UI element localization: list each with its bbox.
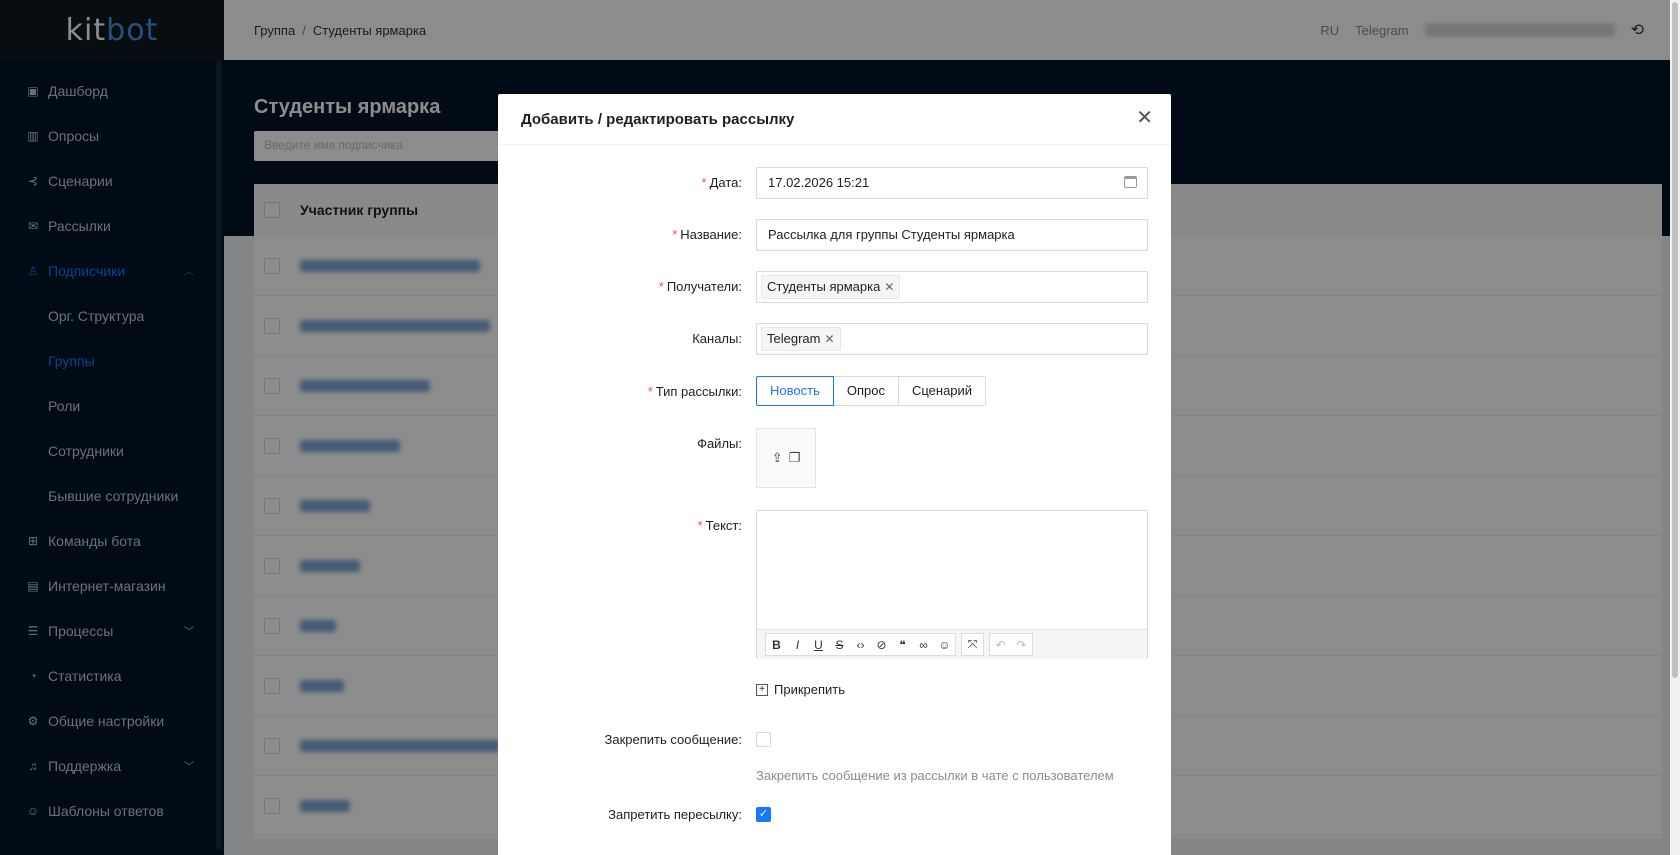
recipients-select[interactable]: Студенты ярмарка ✕ bbox=[756, 271, 1148, 303]
mailing-modal: Добавить / редактировать рассылку ✕ * Дат… bbox=[498, 94, 1171, 855]
forward-label-text: Запретить пересылку bbox=[608, 807, 739, 822]
forbid-forward-checkbox[interactable]: ✓ bbox=[756, 807, 771, 822]
modal-header: Добавить / редактировать рассылку ✕ bbox=[498, 94, 1171, 145]
undo-icon[interactable]: ↶ bbox=[990, 634, 1011, 655]
mailing-name-input[interactable]: Рассылка для группы Студенты ярмарка bbox=[756, 219, 1148, 251]
emoji-icon[interactable]: ☺ bbox=[934, 634, 955, 655]
code-icon[interactable]: ‹› bbox=[850, 634, 871, 655]
strikethrough-button[interactable]: S bbox=[829, 634, 850, 655]
required-mark: * bbox=[658, 279, 664, 294]
channel-tag-label: Telegram bbox=[767, 331, 821, 346]
spoiler-icon[interactable]: ⊘ bbox=[871, 634, 892, 655]
pin-label: Закрепить сообщение: bbox=[604, 732, 743, 747]
files-label-text: Файлы bbox=[697, 436, 739, 451]
check-icon: ✓ bbox=[758, 808, 769, 820]
type-poll-button[interactable]: Опрос bbox=[832, 376, 899, 406]
attach-label: Прикрепить bbox=[774, 682, 846, 697]
close-icon[interactable]: ✕ bbox=[1136, 108, 1153, 128]
name-label: * Название: bbox=[672, 227, 742, 242]
recipient-tag-label: Студенты ярмарка bbox=[767, 279, 881, 294]
files-row: Файлы: ⇪ ❐ bbox=[498, 428, 1171, 488]
modal-title: Добавить / редактировать рассылку bbox=[521, 110, 795, 128]
fullscreen-icon[interactable]: ⤧ bbox=[962, 634, 983, 655]
type-label: * Тип рассылки: bbox=[647, 384, 742, 399]
plus-icon: + bbox=[756, 683, 768, 696]
file-upload-box[interactable]: ⇪ ❐ bbox=[756, 428, 816, 488]
underline-button[interactable]: U bbox=[808, 634, 829, 655]
date-label-text: Дата bbox=[709, 175, 739, 190]
text-label-text: Текст bbox=[705, 518, 739, 533]
calendar-icon[interactable] bbox=[1124, 176, 1137, 188]
text-row: * Текст: B I U S ‹› ⊘ ❝ ∞ ☺ ⤧ ↶ ↷ bbox=[498, 510, 1171, 659]
files-label: Файлы: bbox=[697, 436, 742, 451]
type-news-button[interactable]: Новость bbox=[756, 376, 834, 406]
channels-label-text: Каналы bbox=[692, 331, 739, 346]
fullscreen-group: ⤧ bbox=[961, 633, 984, 656]
link-icon[interactable]: ∞ bbox=[913, 634, 934, 655]
required-mark: * bbox=[697, 518, 703, 533]
date-value: 17.02.2026 15:21 bbox=[768, 175, 870, 190]
channels-select[interactable]: Telegram ✕ bbox=[756, 323, 1148, 355]
date-row: * Дата: 17.02.2026 15:21 bbox=[498, 167, 1171, 199]
recipients-label-text: Получатели bbox=[666, 279, 739, 294]
copy-icon[interactable]: ❐ bbox=[789, 450, 801, 466]
date-label: * Дата: bbox=[701, 175, 742, 190]
type-scenario-button[interactable]: Сценарий bbox=[897, 376, 987, 406]
channels-label: Каналы: bbox=[692, 331, 742, 346]
bold-button[interactable]: B bbox=[766, 634, 787, 655]
channels-row: Каналы: Telegram ✕ bbox=[498, 323, 1171, 355]
channel-tag: Telegram ✕ bbox=[761, 327, 841, 351]
format-group: B I U S ‹› ⊘ ❝ ∞ ☺ bbox=[765, 633, 956, 656]
pin-row: Закрепить сообщение: bbox=[498, 724, 1171, 756]
redo-icon[interactable]: ↷ bbox=[1011, 634, 1032, 655]
pin-message-checkbox[interactable] bbox=[756, 732, 771, 747]
required-mark: * bbox=[647, 384, 653, 399]
tag-close-icon[interactable]: ✕ bbox=[824, 332, 834, 346]
recipients-label: * Получатели: bbox=[658, 279, 742, 294]
forward-label: Запретить пересылку: bbox=[608, 807, 742, 822]
recipient-tag: Студенты ярмарка ✕ bbox=[761, 275, 901, 299]
type-row: * Тип рассылки: Новость Опрос Сценарий bbox=[498, 376, 1171, 408]
page-scrollbar[interactable] bbox=[1670, 0, 1680, 855]
required-mark: * bbox=[672, 227, 678, 242]
name-label-text: Название bbox=[680, 227, 739, 242]
italic-button[interactable]: I bbox=[787, 634, 808, 655]
attach-button[interactable]: + Прикрепить bbox=[756, 682, 845, 697]
upload-icon[interactable]: ⇪ bbox=[772, 450, 783, 466]
scrollbar-thumb[interactable] bbox=[1672, 2, 1678, 678]
recipients-row: * Получатели: Студенты ярмарка ✕ bbox=[498, 271, 1171, 303]
forward-row: Запретить пересылку: ✓ bbox=[498, 799, 1171, 831]
name-row: * Название: Рассылка для группы Студенты … bbox=[498, 219, 1171, 251]
history-group: ↶ ↷ bbox=[989, 633, 1033, 656]
mailing-type-radio-group: Новость Опрос Сценарий bbox=[756, 376, 987, 406]
pin-hint: Закрепить сообщение из рассылки в чате с… bbox=[756, 768, 1114, 783]
required-mark: * bbox=[701, 175, 707, 190]
editor-text-area[interactable] bbox=[757, 511, 1147, 629]
rich-text-editor: B I U S ‹› ⊘ ❝ ∞ ☺ ⤧ ↶ ↷ bbox=[756, 510, 1148, 659]
type-label-text: Тип рассылки bbox=[655, 384, 739, 399]
tag-close-icon[interactable]: ✕ bbox=[884, 280, 894, 294]
editor-toolbar: B I U S ‹› ⊘ ❝ ∞ ☺ ⤧ ↶ ↷ bbox=[757, 629, 1147, 659]
date-picker-input[interactable]: 17.02.2026 15:21 bbox=[756, 167, 1148, 199]
quote-icon[interactable]: ❝ bbox=[892, 634, 913, 655]
text-label: * Текст: bbox=[697, 518, 742, 533]
pin-label-text: Закрепить сообщение bbox=[604, 732, 739, 747]
